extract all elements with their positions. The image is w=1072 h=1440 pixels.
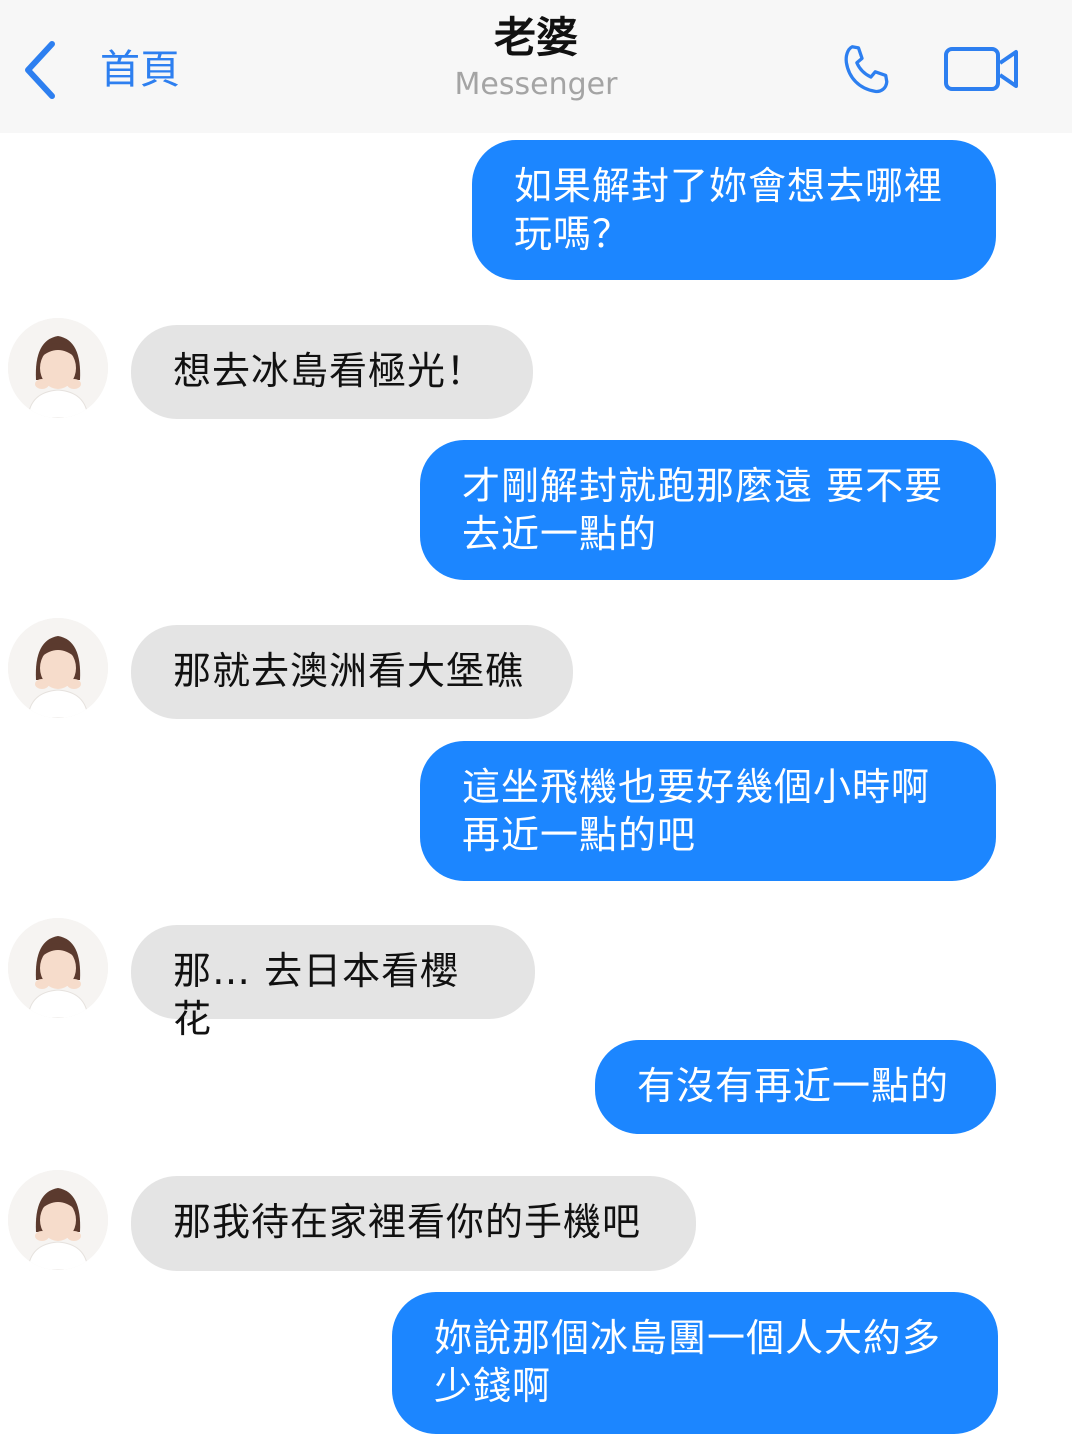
phone-icon <box>844 45 889 94</box>
sent-message: 有沒有再近一點的 <box>595 1040 996 1134</box>
conversation-header: 首頁 老婆 Messenger <box>0 0 1072 133</box>
sent-message: 如果解封了妳會想去哪裡 玩嗎？ <box>472 140 996 280</box>
avatar <box>8 1170 108 1270</box>
contact-name: 老婆 <box>493 13 578 62</box>
call-button[interactable] <box>834 38 900 108</box>
received-message: 那我待在家裡看你的手機吧 <box>131 1176 696 1271</box>
video-call-button[interactable] <box>942 44 1022 98</box>
app-name: Messenger <box>454 67 618 102</box>
sent-message: 妳說那個冰島團一個人大約多 少錢啊 <box>392 1292 998 1434</box>
received-message: 那就去澳洲看大堡礁 <box>131 625 573 719</box>
avatar <box>8 918 108 1018</box>
avatar <box>8 618 108 718</box>
received-message: 想去冰島看極光！ <box>131 325 533 419</box>
avatar <box>8 318 108 418</box>
conversation-title: 老婆 Messenger <box>0 12 1072 104</box>
sent-message: 才剛解封就跑那麼遠 要不要 去近一點的 <box>420 440 996 580</box>
received-message: 那… 去日本看櫻花 <box>131 925 535 1041</box>
video-call-icon <box>944 47 1018 91</box>
sent-message: 這坐飛機也要好幾個小時啊 再近一點的吧 <box>420 741 996 881</box>
